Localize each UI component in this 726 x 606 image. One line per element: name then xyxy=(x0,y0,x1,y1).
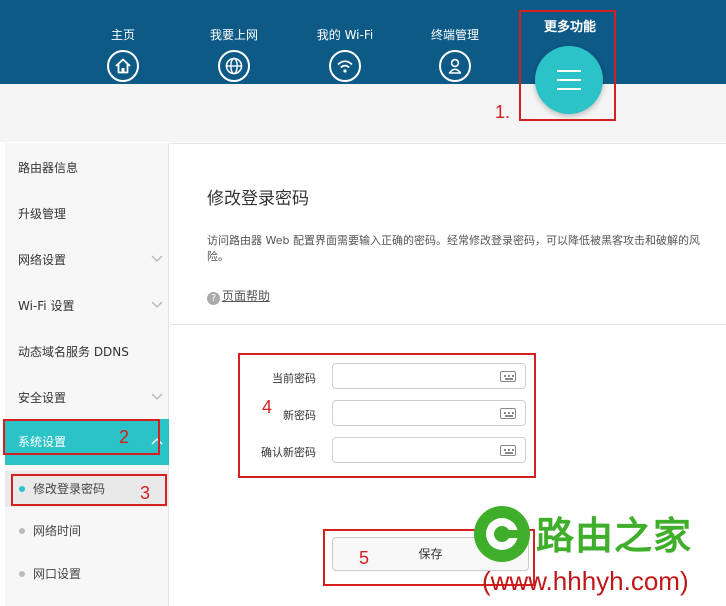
sidebar-subitem-label: 网口设置 xyxy=(33,567,82,581)
nav-devices[interactable]: 终端管理 xyxy=(410,26,500,82)
annotation-number: 5 xyxy=(359,548,370,568)
chevron-down-icon xyxy=(151,255,163,262)
nav-internet[interactable]: 我要上网 xyxy=(189,26,279,82)
page-help[interactable]: ? 页面帮助 xyxy=(207,287,270,305)
sidebar-item-security[interactable]: 安全设置 xyxy=(5,375,169,421)
sidebar-item-label: 动态域名服务 DDNS xyxy=(18,345,129,359)
sidebar-item-wifi[interactable]: Wi-Fi 设置 xyxy=(5,283,169,329)
annotation-number: 4 xyxy=(262,397,273,417)
watermark-url: (www.hhhyh.com) xyxy=(482,566,689,596)
chevron-down-icon xyxy=(151,393,163,400)
top-nav-bar: 主页 我要上网 我的 Wi-Fi 终端管理 更多功能 xyxy=(0,0,726,84)
sidebar-subitem-network-time[interactable]: 网络时间 xyxy=(5,513,169,549)
annotation-box-system xyxy=(3,419,160,455)
page-description: 访问路由器 Web 配置界面需要输入正确的密码。经常修改登录密码，可以降低被黑客… xyxy=(207,234,700,263)
sidebar-item-upgrade[interactable]: 升级管理 xyxy=(5,191,169,237)
help-icon: ? xyxy=(207,292,220,305)
nav-internet-label: 我要上网 xyxy=(209,28,258,42)
sidebar-subitem-port-settings[interactable]: 网口设置 xyxy=(5,556,169,592)
globe-icon xyxy=(218,50,250,82)
annotation-number: 1. xyxy=(495,102,511,122)
sidebar-item-ddns[interactable]: 动态域名服务 DDNS xyxy=(5,329,169,375)
sidebar-item-router-info[interactable]: 路由器信息 xyxy=(5,145,169,191)
chevron-down-icon xyxy=(151,301,163,308)
page-title: 修改登录密码 xyxy=(207,189,309,209)
sidebar-item-network[interactable]: 网络设置 xyxy=(5,237,169,283)
divider xyxy=(170,324,726,325)
sidebar-subitem-label: 网络时间 xyxy=(33,524,82,538)
annotation-box-fields xyxy=(238,353,536,478)
sidebar-item-label: 路由器信息 xyxy=(18,161,79,175)
annotation-number: 3 xyxy=(140,483,151,503)
watermark-logo-icon xyxy=(474,506,530,562)
bullet-dot-icon xyxy=(19,571,25,577)
page-help-link[interactable]: 页面帮助 xyxy=(222,289,270,303)
nav-devices-label: 终端管理 xyxy=(430,28,479,42)
home-icon xyxy=(107,50,139,82)
watermark-logo-part xyxy=(498,530,524,538)
nav-home[interactable]: 主页 xyxy=(78,26,168,82)
sidebar-item-label: 安全设置 xyxy=(18,391,67,405)
watermark-name: 路由之家 xyxy=(536,514,693,558)
sidebar-item-label: 升级管理 xyxy=(18,207,67,221)
nav-home-label: 主页 xyxy=(110,28,135,42)
annotation-number: 2 xyxy=(119,427,130,447)
wifi-icon xyxy=(329,50,361,82)
annotation-box-more xyxy=(519,10,616,121)
user-icon xyxy=(439,50,471,82)
header-belt xyxy=(0,84,726,142)
sidebar: 路由器信息 升级管理 网络设置 Wi-Fi 设置 动态域名服务 DDNS 安全设… xyxy=(5,143,169,606)
bullet-dot-icon xyxy=(19,528,25,534)
nav-wifi-label: 我的 Wi-Fi xyxy=(316,28,374,42)
nav-wifi[interactable]: 我的 Wi-Fi xyxy=(300,26,390,82)
sidebar-item-label: Wi-Fi 设置 xyxy=(18,299,75,313)
sidebar-item-label: 网络设置 xyxy=(18,253,67,267)
